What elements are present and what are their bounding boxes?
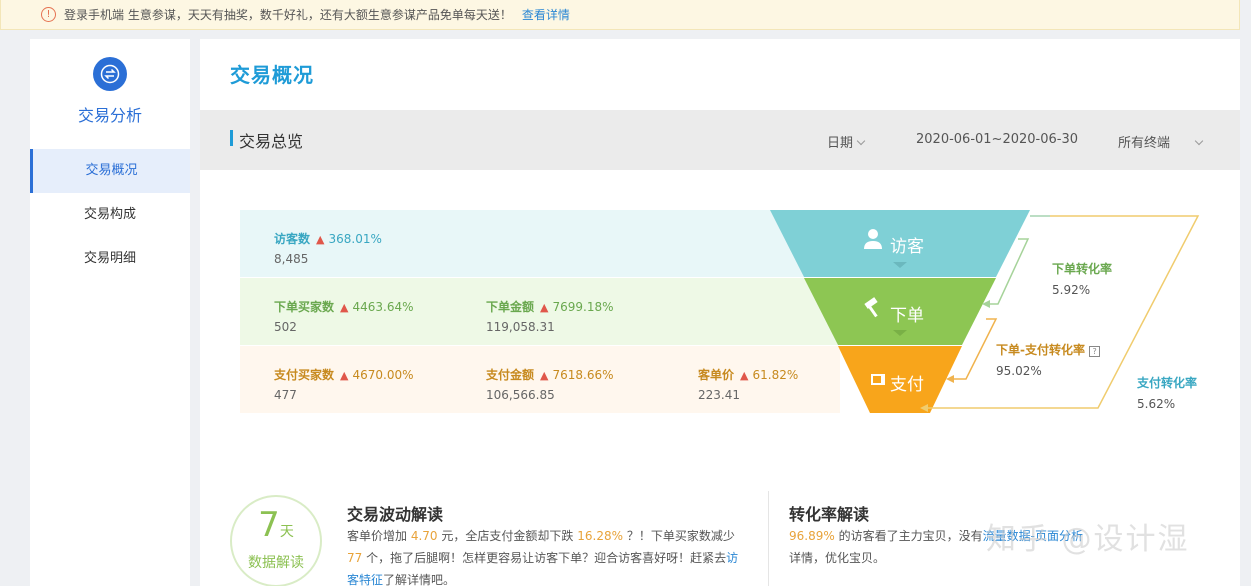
visitor-band: 访客数 ▲ 368.01% 8,485	[240, 210, 840, 277]
arrow-up-icon: ▲	[540, 301, 549, 314]
conv-label: 下单-支付转化率	[996, 343, 1085, 357]
order-pay-conversion-rate: 下单-支付转化率 ? 95.02%	[996, 341, 1101, 378]
badge-subtitle: 数据解读	[248, 555, 304, 571]
metric-label: 客单价	[698, 368, 735, 382]
date-filter-label: 日期	[827, 136, 854, 151]
conv-label: 支付转化率	[1137, 376, 1198, 390]
pay-conversion-rate: 支付转化率 5.62%	[1137, 374, 1197, 411]
transaction-analysis-icon	[93, 57, 127, 91]
metric-pay-buyers[interactable]: 支付买家数 ▲ 4670.00% 477	[274, 366, 414, 402]
metric-label: 下单买家数	[274, 300, 335, 314]
notice-text: 登录手机端 生意参谋，天天有抽奖，数千好礼，还有大额生意参谋产品免单每天送！	[64, 8, 512, 22]
sidebar-item-composition[interactable]: 交易构成	[30, 193, 190, 237]
metric-value: 8,485	[274, 252, 309, 266]
fluctuation-text: 客单价增加 4.70 元，全店支付金额却下跌 16.28% ？！下单买家数减少 …	[347, 525, 747, 586]
order-conversion-rate: 下单转化率 5.92%	[1052, 260, 1112, 297]
main-panel: 交易概况 交易总览 日期 2020-06-01~2020-06-30 所有终端 …	[200, 39, 1240, 586]
metric-visitors[interactable]: 访客数 ▲ 368.01% 8,485	[274, 230, 382, 266]
text: ？！下单买家数减少	[626, 529, 735, 543]
conv-value: 95.02%	[996, 364, 1042, 378]
badge-number: 7	[258, 505, 280, 545]
text: 了解详情吧。	[383, 573, 456, 586]
metric-pay-amount[interactable]: 支付金额 ▲ 7618.66% 106,566.85	[486, 366, 614, 402]
text: 详情，优化宝贝。	[789, 551, 886, 565]
text: 个，拖了后腿啊！怎样更容易让访客下单？迎合访客喜好呀！赶紧去	[366, 551, 727, 565]
arrow-up-icon: ▲	[740, 369, 749, 382]
metric-order-amount[interactable]: 下单金额 ▲ 7699.18% 119,058.31	[486, 298, 614, 334]
warning-icon: !	[41, 7, 56, 22]
insight-divider	[768, 491, 769, 586]
watermark: 知乎 @设计湿	[986, 522, 1190, 557]
metric-value: 119,058.31	[486, 320, 555, 334]
terminal-filter[interactable]: 所有终端	[1118, 132, 1204, 151]
page-title: 交易概况	[230, 63, 314, 87]
arrow-up-icon: ▲	[540, 369, 549, 382]
sidebar: 交易分析 交易概况 交易构成 交易明细	[30, 39, 190, 586]
metric-change: 4463.64%	[352, 300, 414, 314]
metric-label: 支付金额	[486, 368, 535, 382]
metric-change: 4670.00%	[352, 368, 414, 382]
funnel-order-label: 下单	[890, 306, 924, 326]
metric-change: 368.01%	[328, 232, 382, 246]
conversion-insight-title: 转化率解读	[789, 505, 870, 524]
section-header: 交易总览 日期 2020-06-01~2020-06-30 所有终端	[200, 110, 1240, 170]
metric-value: 477	[274, 388, 297, 402]
help-icon[interactable]: ?	[1089, 346, 1101, 357]
section-accent	[230, 130, 233, 146]
metric-change: 7699.18%	[552, 300, 614, 314]
metric-change: 7618.66%	[552, 368, 614, 382]
pay-band: 支付买家数 ▲ 4670.00% 477 支付金额 ▲ 7618.66% 106,566…	[240, 346, 840, 413]
terminal-filter-label: 所有终端	[1118, 136, 1171, 151]
badge-unit: 天	[279, 524, 294, 540]
arrow-up-icon: ▲	[340, 301, 349, 314]
sidebar-item-overview[interactable]: 交易概况	[30, 149, 190, 193]
conv-value: 5.62%	[1137, 397, 1176, 411]
highlight-value: 77	[347, 551, 363, 565]
fluctuation-title: 交易波动解读	[347, 505, 444, 524]
metric-label: 下单金额	[486, 300, 535, 314]
highlight-value: 16.28%	[577, 529, 623, 543]
funnel-visitor-label: 访客	[890, 237, 924, 257]
sidebar-item-details[interactable]: 交易明细	[30, 237, 190, 281]
order-band: 下单买家数 ▲ 4463.64% 502 下单金额 ▲ 7699.18% 119,058…	[240, 278, 840, 345]
notice-details-link[interactable]: 查看详情	[522, 6, 570, 23]
metric-label: 支付买家数	[274, 368, 335, 382]
highlight-value: 4.70	[410, 529, 438, 543]
text: 元，全店支付金额却下跌	[441, 529, 574, 543]
wallet-icon	[871, 374, 885, 385]
conv-label: 下单转化率	[1052, 262, 1113, 276]
date-range[interactable]: 2020-06-01~2020-06-30	[916, 132, 1078, 147]
chevron-down-icon	[856, 136, 866, 146]
section-title: 交易总览	[239, 132, 304, 151]
metric-value: 106,566.85	[486, 388, 555, 402]
funnel-pay-label: 支付	[890, 375, 924, 395]
arrow-up-icon: ▲	[340, 369, 349, 382]
metric-label: 访客数	[274, 232, 311, 246]
metric-order-buyers[interactable]: 下单买家数 ▲ 4463.64% 502	[274, 298, 414, 334]
date-filter[interactable]: 日期	[827, 132, 866, 151]
data-insight-badge: 7天 数据解读	[230, 495, 322, 586]
arrow-up-icon: ▲	[316, 233, 325, 246]
highlight-value: 96.89%	[789, 529, 835, 543]
sidebar-title: 交易分析	[77, 106, 142, 125]
chevron-down-icon	[1194, 136, 1204, 146]
text: 客单价增加	[347, 529, 408, 543]
metric-value: 502	[274, 320, 297, 334]
text: 的访客看了主力宝贝，没有	[838, 529, 983, 543]
conv-value: 5.92%	[1052, 283, 1091, 297]
notice-bar: ! 登录手机端 生意参谋，天天有抽奖，数千好礼，还有大额生意参谋产品免单每天送！…	[0, 0, 1240, 30]
